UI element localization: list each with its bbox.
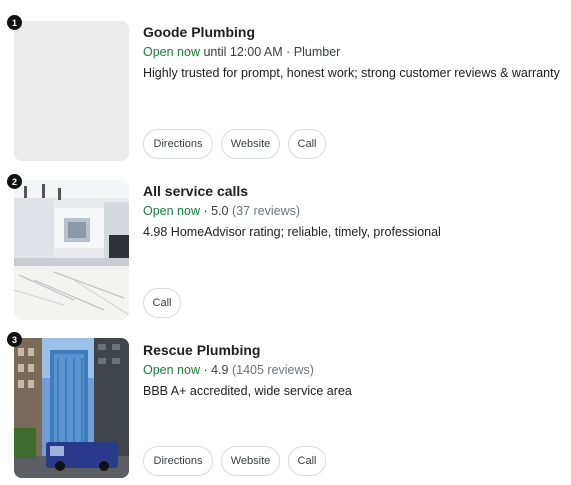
open-status: Open now bbox=[143, 45, 200, 59]
review-count[interactable]: (37 reviews) bbox=[228, 204, 300, 218]
result-number-badge: 3 bbox=[7, 332, 22, 347]
website-button[interactable]: Website bbox=[221, 129, 280, 159]
business-description: BBB A+ accredited, wide service area bbox=[143, 384, 352, 398]
business-name[interactable]: Rescue Plumbing bbox=[143, 341, 571, 359]
rating-value: 4.9 bbox=[211, 363, 229, 377]
hours-category: until 12:00 AM · Plumber bbox=[199, 45, 341, 59]
open-status: Open now bbox=[143, 363, 200, 377]
directions-button[interactable]: Directions bbox=[143, 446, 213, 476]
rating-separator: · bbox=[199, 363, 212, 377]
call-button[interactable]: Call bbox=[288, 446, 326, 476]
result-number-badge: 1 bbox=[7, 15, 22, 30]
business-photo-street[interactable] bbox=[14, 338, 129, 478]
open-status: Open now bbox=[143, 204, 200, 218]
call-button[interactable]: Call bbox=[143, 288, 181, 318]
website-button[interactable]: Website bbox=[221, 446, 280, 476]
directions-button[interactable]: Directions bbox=[143, 129, 213, 159]
result-number-badge: 2 bbox=[7, 174, 22, 189]
rating-separator: · bbox=[199, 204, 212, 218]
review-count[interactable]: (1405 reviews) bbox=[228, 363, 314, 377]
rating-value: 5.0 bbox=[211, 204, 229, 218]
call-button[interactable]: Call bbox=[288, 129, 326, 159]
business-name[interactable]: All service calls bbox=[143, 182, 571, 200]
street-photo bbox=[14, 338, 129, 478]
business-photo-placeholder[interactable] bbox=[14, 21, 129, 161]
kitchen-photo bbox=[14, 180, 129, 320]
business-description: Highly trusted for prompt, honest work; … bbox=[143, 66, 560, 80]
business-description: 4.98 HomeAdvisor rating; reliable, timel… bbox=[143, 225, 441, 239]
business-photo-kitchen[interactable] bbox=[14, 180, 129, 320]
business-name[interactable]: Goode Plumbing bbox=[143, 23, 571, 41]
